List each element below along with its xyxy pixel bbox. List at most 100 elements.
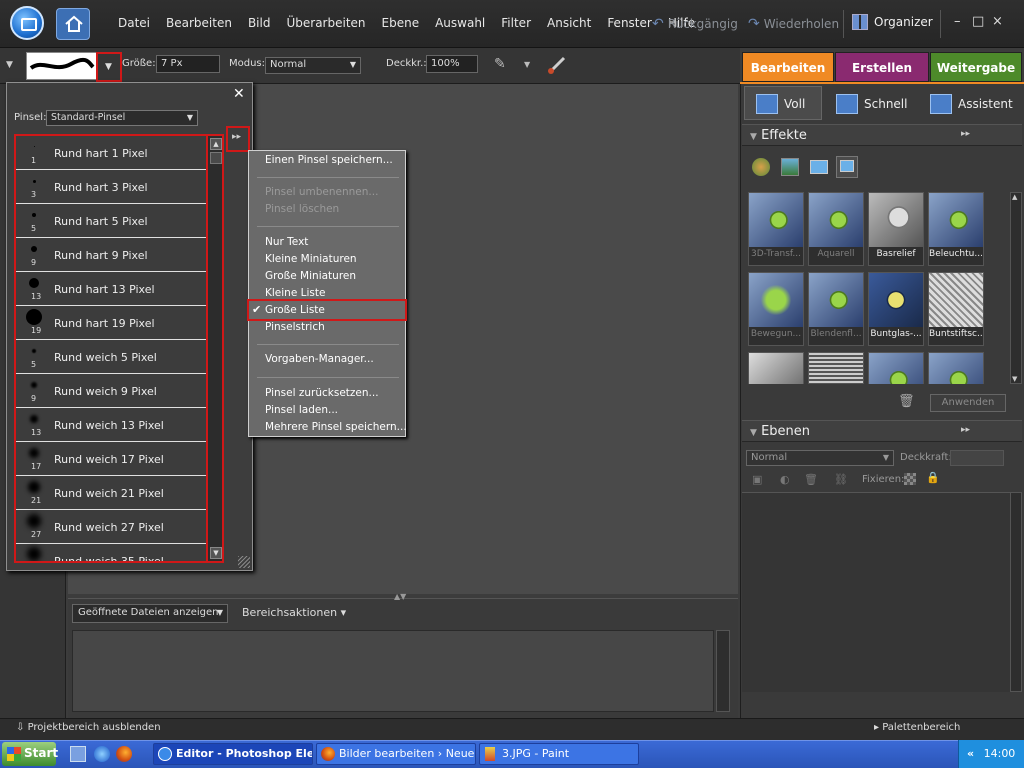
brush-row[interactable]: 13 Rund hart 13 Pixel [16, 272, 206, 306]
mode-quick-button[interactable]: Schnell [836, 92, 907, 116]
menu-save-brush[interactable]: Einen Pinsel speichern... [265, 154, 393, 166]
resize-grip-icon[interactable] [238, 556, 250, 568]
resize-handle-icon[interactable]: ▲▼ [394, 592, 406, 601]
link-layer-icon[interactable]: ⛓ [834, 473, 848, 486]
effect-thumb[interactable]: Basrelief [868, 192, 924, 266]
effect-thumb[interactable]: Bewegun... [748, 272, 804, 346]
effect-thumb[interactable]: Beleuchtu... [928, 192, 984, 266]
mode-select[interactable]: Normal ▼ [265, 57, 361, 74]
brush-set-select[interactable]: Standard-Pinsel ▼ [46, 110, 198, 126]
scroll-down-icon[interactable]: ▼ [1012, 375, 1017, 383]
firefox-icon[interactable] [116, 746, 132, 762]
maximize-button[interactable]: □ [972, 14, 984, 29]
effect-thumb[interactable]: 3D-Transf... [748, 192, 804, 266]
task-paint[interactable]: 3.JPG - Paint [479, 743, 639, 765]
mode-full-button[interactable]: Voll [756, 92, 805, 116]
close-icon[interactable]: ✕ [233, 86, 245, 102]
menu-rename-brush[interactable]: Pinsel umbenennen... [265, 186, 378, 198]
layer-opacity-input[interactable] [950, 450, 1004, 466]
brush-row[interactable]: 9 Rund hart 9 Pixel [16, 238, 206, 272]
brush-row[interactable]: 9 Rund weich 9 Pixel [16, 374, 206, 408]
brush-row[interactable]: 1 Rund hart 1 Pixel [16, 136, 206, 170]
minimize-button[interactable]: – [954, 14, 961, 29]
menu-delete-brush[interactable]: Pinsel löschen [265, 203, 339, 215]
trash-icon[interactable]: 🗑 [898, 394, 915, 409]
menu-preset-manager[interactable]: Vorgaben-Manager... [265, 353, 374, 365]
menu-datei[interactable]: Datei [110, 16, 158, 30]
project-files-select[interactable]: Geöffnete Dateien anzeigen ▼ [72, 604, 228, 623]
redo-button[interactable]: ↷ Wiederholen [748, 16, 839, 32]
brush-row[interactable]: 17 Rund weich 17 Pixel [16, 442, 206, 476]
effect-thumb[interactable] [808, 352, 864, 384]
panel-menu-icon[interactable]: ▸▸ [961, 425, 970, 435]
scroll-thumb[interactable] [210, 152, 222, 164]
effect-thumb[interactable]: Blendenfl... [808, 272, 864, 346]
brush-row[interactable]: 5 Rund hart 5 Pixel [16, 204, 206, 238]
effect-thumb[interactable]: Aquarell [808, 192, 864, 266]
menu-text-only[interactable]: Nur Text [265, 236, 308, 248]
quicklaunch-icon[interactable] [70, 746, 86, 762]
tablet-options-icon[interactable] [546, 54, 568, 76]
organizer-button[interactable]: Organizer [852, 14, 933, 30]
brush-row[interactable]: 19 Rund hart 19 Pixel [16, 306, 206, 340]
effect-thumb[interactable] [868, 352, 924, 384]
layer-styles-icon[interactable] [781, 158, 799, 176]
home-button[interactable] [56, 8, 90, 40]
layer-blend-select[interactable]: Normal ▼ [746, 450, 894, 466]
menu-bild[interactable]: Bild [240, 16, 279, 30]
opacity-input[interactable]: 100% [426, 55, 478, 73]
brush-row[interactable]: 13 Rund weich 13 Pixel [16, 408, 206, 442]
effects-scrollbar[interactable]: ▲ ▼ [1010, 192, 1022, 384]
airbrush-icon[interactable]: ✎ [494, 56, 506, 72]
bin-actions-button[interactable]: Bereichsaktionen ▾ [242, 606, 346, 619]
menu-large-list[interactable]: ✔ Große Liste [247, 299, 407, 321]
undo-button[interactable]: ↶ Rückgängig [652, 16, 738, 32]
scroll-up-icon[interactable]: ▲ [210, 138, 222, 150]
show-all-icon[interactable] [836, 156, 858, 178]
brush-preview[interactable] [26, 52, 98, 80]
menu-large-thumbnails[interactable]: Große Miniaturen [265, 270, 356, 282]
menu-reset-brushes[interactable]: Pinsel zurücksetzen... [265, 387, 379, 399]
menu-ebene[interactable]: Ebene [374, 16, 428, 30]
project-scrollbar[interactable] [716, 630, 730, 712]
effect-thumb[interactable] [748, 352, 804, 384]
palette-bin-button[interactable]: ▸ Palettenbereich [874, 722, 960, 733]
scroll-down-icon[interactable]: ▼ [210, 547, 222, 559]
hide-project-bin-button[interactable]: ⇩ Projektbereich ausblenden [16, 722, 161, 733]
menu-small-thumbnails[interactable]: Kleine Miniaturen [265, 253, 357, 265]
photo-effects-icon[interactable] [810, 160, 828, 174]
brush-row[interactable]: 27 Rund weich 27 Pixel [16, 510, 206, 544]
tray-expand-icon[interactable]: « [967, 747, 974, 760]
new-layer-icon[interactable]: ▣ [752, 473, 762, 486]
menu-filter[interactable]: Filter [493, 16, 539, 30]
tab-weitergabe[interactable]: Weitergabe [930, 52, 1022, 82]
effect-thumb[interactable]: Buntglas-... [868, 272, 924, 346]
menu-bearbeiten[interactable]: Bearbeiten [158, 16, 240, 30]
menu-ansicht[interactable]: Ansicht [539, 16, 599, 30]
tool-preset-chevron-icon[interactable]: ▼ [6, 60, 13, 70]
menu-auswahl[interactable]: Auswahl [427, 16, 493, 30]
delete-layer-icon[interactable]: 🗑 [804, 473, 818, 486]
brush-list-scrollbar[interactable]: ▲ ▼ [206, 134, 224, 563]
tab-erstellen[interactable]: Erstellen [835, 52, 929, 82]
menu-fenster[interactable]: Fenster [599, 16, 660, 30]
brush-row[interactable]: 5 Rund weich 5 Pixel [16, 340, 206, 374]
scroll-up-icon[interactable]: ▲ [1012, 193, 1017, 201]
size-input[interactable]: 7 Px [156, 55, 220, 73]
effect-thumb[interactable]: Buntstiftsc... [928, 272, 984, 346]
filters-icon[interactable] [752, 158, 770, 176]
lock-transparency-icon[interactable] [904, 473, 916, 485]
close-window-button[interactable]: × [992, 14, 1003, 29]
apply-button[interactable]: Anwenden [930, 394, 1006, 412]
panel-menu-icon[interactable]: ▸▸ [961, 129, 970, 139]
brush-picker-button[interactable]: ▼ [96, 52, 122, 82]
brush-row[interactable]: 3 Rund hart 3 Pixel [16, 170, 206, 204]
ie-icon[interactable] [94, 746, 110, 762]
effect-thumb[interactable] [928, 352, 984, 384]
menu-small-list[interactable]: Kleine Liste [265, 287, 325, 299]
adjustment-layer-icon[interactable]: ◐ [780, 473, 790, 486]
layers-scrollbar[interactable] [1010, 492, 1022, 692]
layers-header[interactable]: ▼ Ebenen ▸▸ [742, 420, 1022, 442]
lock-icon[interactable]: 🔒 [926, 471, 940, 484]
brush-flyout-button[interactable]: ▸▸ [226, 126, 250, 152]
